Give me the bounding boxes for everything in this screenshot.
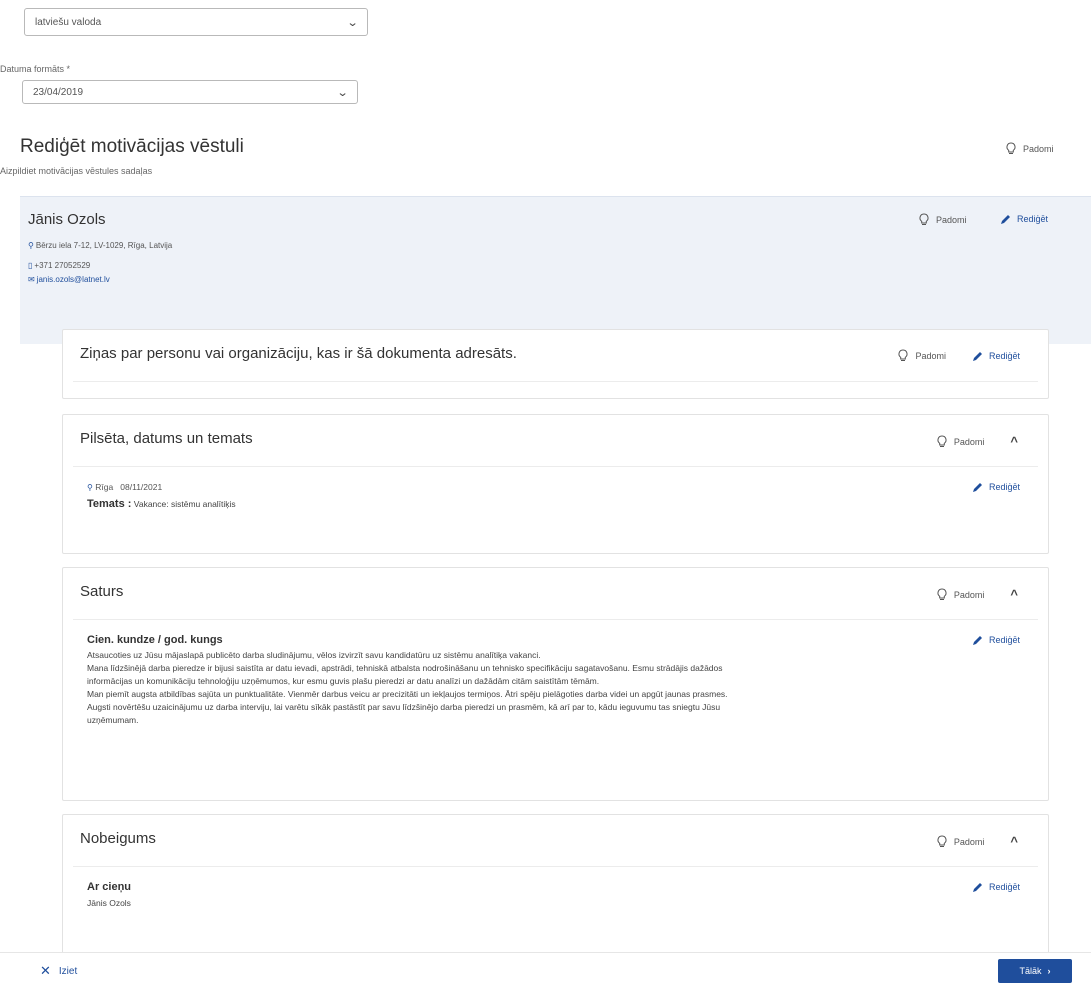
- letter-line: Atsaucoties uz Jūsu mājaslapā publicēto …: [87, 650, 541, 660]
- section-body: ⚲ Rīga 08/11/2021 Temats : Vakance: sist…: [63, 467, 1048, 511]
- pencil-icon: [972, 483, 982, 492]
- page-subtitle: Aizpildiet motivācijas vēstules sadaļas: [0, 166, 153, 176]
- city-date-line: ⚲ Rīga 08/11/2021: [87, 481, 1048, 494]
- tips-button[interactable]: Padomi: [1005, 142, 1054, 155]
- lightbulb-icon: [919, 213, 929, 225]
- date-format-value: 23/04/2019: [33, 86, 84, 98]
- edit-label: Rediģēt: [988, 882, 1020, 892]
- subject-label: Temats :: [87, 498, 132, 510]
- envelope-icon: ✉: [28, 275, 35, 284]
- section-actions: Padomi ^: [936, 587, 1018, 602]
- section-actions: Padomi Rediģēt: [897, 349, 1020, 362]
- letter-line: informācijas un komunikāciju tehnoloģiju…: [87, 676, 600, 686]
- collapse-icon[interactable]: ^: [1010, 834, 1018, 849]
- recipient-section: Ziņas par personu vai organizāciju, kas …: [62, 329, 1049, 399]
- tips-label: Padomi: [1023, 143, 1054, 154]
- section-body: Cien. kundze / god. kungs Atsaucoties uz…: [63, 620, 1048, 727]
- location-pin-icon: ⚲: [87, 483, 93, 492]
- date-format-select[interactable]: 23/04/2019 ⌄: [22, 80, 358, 104]
- tips-label: Padomi: [953, 836, 985, 847]
- date-format-label: Datuma formāts *: [0, 64, 71, 74]
- pencil-icon: [972, 351, 982, 361]
- signer-name: Jānis Ozols: [87, 898, 131, 908]
- lightbulb-icon: [937, 435, 947, 447]
- page-header: Rediģēt motivācijas vēstuli Aizpildiet m…: [0, 122, 1091, 178]
- collapse-icon[interactable]: ^: [1010, 587, 1018, 602]
- tips-label: Padomi: [915, 350, 946, 361]
- lightbulb-icon: [937, 835, 947, 847]
- subject-line: Temats : Vakance: sistēmu analītiķis: [87, 498, 1048, 511]
- city-text: Rīga: [95, 482, 114, 492]
- tips-button[interactable]: Padomi: [918, 213, 967, 226]
- section-body: Ar cieņu Jānis Ozols Rediģēt: [63, 867, 1048, 910]
- tips-label: Padomi: [953, 436, 985, 447]
- contact-address: ⚲ Bērzu iela 7-12, LV-1029, Rīga, Latvij…: [28, 241, 172, 250]
- letter-line: Augsti novērtēšu uzaicinājumu uz darba i…: [87, 702, 721, 712]
- chevron-down-icon: ⌄: [346, 16, 359, 29]
- page-title: Rediģēt motivācijas vēstuli: [20, 136, 244, 157]
- footer-bar: ✕ Iziet Tālāk ›: [0, 952, 1091, 984]
- sign-off: Ar cieņu: [87, 881, 132, 893]
- location-pin-icon: ⚲: [28, 241, 34, 250]
- language-select-value: latviešu valoda: [35, 16, 102, 28]
- section-header: Pilsēta, datums un temats Padomi ^: [73, 415, 1038, 467]
- subject-value: Vakance: sistēmu analītiķis: [133, 499, 236, 509]
- content-section: Saturs Padomi ^ Cien. kundze / god. kung…: [62, 567, 1049, 801]
- contact-name: Jānis Ozols: [28, 211, 106, 228]
- pencil-icon: [1001, 215, 1010, 224]
- phone-text: +371 27052529: [34, 261, 91, 270]
- chevron-down-icon: ⌄: [336, 86, 349, 99]
- letter-line: Man piemīt augsta atbildības sajūta un p…: [87, 689, 728, 699]
- tips-button[interactable]: Padomi: [897, 349, 946, 362]
- edit-button[interactable]: Rediģēt: [972, 350, 1020, 362]
- close-icon: ✕: [40, 963, 51, 978]
- lightbulb-icon: [898, 349, 908, 361]
- section-title: Saturs: [80, 583, 124, 600]
- tips-button[interactable]: Padomi: [936, 588, 985, 601]
- section-header: Ziņas par personu vai organizāciju, kas …: [73, 330, 1038, 382]
- next-button[interactable]: Tālāk ›: [998, 959, 1072, 983]
- pencil-icon: [972, 636, 982, 645]
- contact-card: Jānis Ozols Padomi Rediģēt ⚲ Bērzu iela …: [20, 196, 1091, 344]
- address-text: Bērzu iela 7-12, LV-1029, Rīga, Latvija: [35, 241, 173, 250]
- edit-label: Rediģēt: [988, 350, 1020, 361]
- edit-label: Rediģēt: [988, 635, 1020, 645]
- city-date-section: Pilsēta, datums un temats Padomi ^ ⚲ Rīg…: [62, 414, 1049, 554]
- tips-button[interactable]: Padomi: [936, 835, 985, 848]
- edit-button[interactable]: Rediģēt: [972, 481, 1020, 493]
- chevron-right-icon: ›: [1047, 966, 1051, 976]
- contact-email[interactable]: ✉ janis.ozols@latnet.lv: [28, 275, 110, 284]
- section-header: Nobeigums Padomi ^: [73, 815, 1038, 867]
- collapse-icon[interactable]: ^: [1010, 434, 1018, 449]
- edit-button[interactable]: Rediģēt: [972, 881, 1020, 893]
- tips-button[interactable]: Padomi: [936, 435, 985, 448]
- letter-line: uzņēmumam.: [87, 715, 139, 725]
- phone-icon: ▯: [28, 261, 33, 270]
- letter-line: Mana līdzšinējā darba pieredze ir bijusi…: [87, 663, 723, 673]
- lightbulb-icon: [937, 588, 947, 600]
- section-header: Saturs Padomi ^: [73, 568, 1038, 620]
- lightbulb-icon: [1006, 142, 1016, 154]
- email-text: janis.ozols@latnet.lv: [36, 275, 110, 284]
- section-actions: Padomi ^: [936, 834, 1018, 849]
- tips-label: Padomi: [936, 214, 967, 225]
- tips-label: Padomi: [953, 589, 985, 600]
- edit-label: Rediģēt: [1017, 214, 1049, 224]
- edit-label: Rediģēt: [988, 482, 1020, 492]
- contact-phone: ▯ +371 27052529: [28, 261, 90, 270]
- exit-label: Iziet: [58, 965, 78, 977]
- edit-button[interactable]: Rediģēt: [1000, 213, 1048, 225]
- pencil-icon: [972, 883, 982, 892]
- next-label: Tālāk: [1019, 966, 1042, 976]
- date-text: 08/11/2021: [120, 482, 163, 492]
- section-title: Pilsēta, datums un temats: [80, 430, 253, 447]
- language-select[interactable]: latviešu valoda ⌄: [24, 8, 368, 36]
- section-title: Nobeigums: [80, 830, 156, 847]
- salutation: Cien. kundze / god. kungs: [87, 634, 223, 646]
- section-actions: Padomi ^: [936, 434, 1018, 449]
- closing-section: Nobeigums Padomi ^ Ar cieņu Jānis Ozols …: [62, 814, 1049, 954]
- edit-button[interactable]: Rediģēt: [972, 634, 1020, 646]
- section-title: Ziņas par personu vai organizāciju, kas …: [80, 345, 517, 362]
- exit-button[interactable]: ✕ Iziet: [40, 963, 77, 979]
